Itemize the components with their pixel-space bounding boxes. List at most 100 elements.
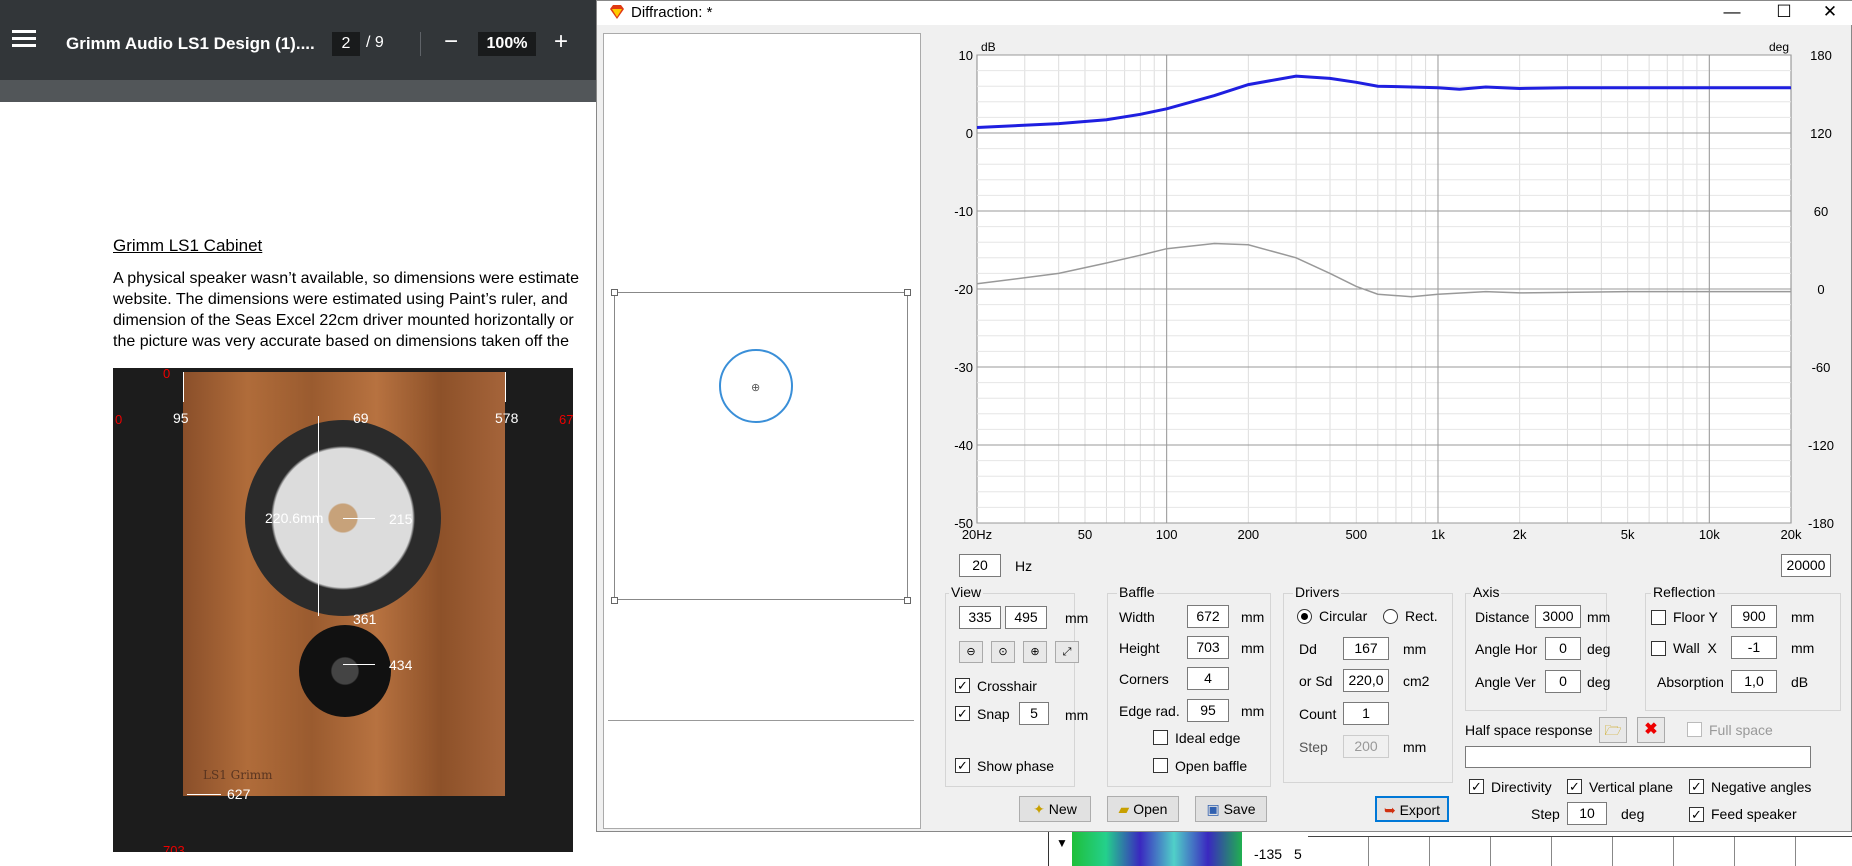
unit-label: deg bbox=[1587, 641, 1611, 657]
distance-input[interactable]: 3000 bbox=[1535, 605, 1581, 628]
snap-checkbox[interactable]: ✓ bbox=[955, 706, 970, 721]
sd-input[interactable]: 220,0 bbox=[1343, 669, 1389, 692]
x-tick-label: 200 bbox=[1237, 527, 1259, 542]
step-input[interactable]: 200 bbox=[1343, 735, 1389, 758]
dimension-label: 627 bbox=[227, 786, 251, 802]
freq-max-input[interactable]: 20000 bbox=[1781, 554, 1831, 577]
unit-label: dB bbox=[1791, 674, 1809, 690]
resize-handle[interactable] bbox=[904, 597, 911, 604]
paragraph-line: A physical speaker wasn’t available, so … bbox=[113, 270, 580, 287]
unit-label: deg bbox=[1621, 806, 1645, 822]
directivity-checkbox[interactable]: ✓ bbox=[1469, 779, 1484, 794]
zoom-reset-icon[interactable]: ⊙ bbox=[991, 641, 1015, 663]
background-label: 5 bbox=[1294, 846, 1302, 862]
ideal-edge-checkbox[interactable] bbox=[1153, 730, 1168, 745]
angle-ver-input[interactable]: 0 bbox=[1545, 670, 1581, 693]
unit-label: mm bbox=[1241, 703, 1265, 719]
height-label: Height bbox=[1119, 640, 1160, 656]
baffle-outline[interactable] bbox=[614, 292, 908, 600]
menu-icon[interactable] bbox=[12, 30, 36, 48]
open-baffle-checkbox[interactable] bbox=[1153, 758, 1168, 773]
circular-radio[interactable] bbox=[1297, 609, 1312, 624]
window-title: Diffraction: * bbox=[631, 4, 713, 21]
sd-label: or Sd bbox=[1299, 673, 1333, 689]
dimension-label-red: 672 bbox=[559, 412, 573, 427]
fit-view-icon[interactable]: ⤢ bbox=[1055, 641, 1079, 663]
ideal-edge-label: Ideal edge bbox=[1175, 730, 1241, 746]
page-number-input[interactable]: 2 bbox=[332, 32, 360, 56]
show-phase-checkbox[interactable]: ✓ bbox=[955, 758, 970, 773]
rect-radio[interactable] bbox=[1383, 609, 1398, 624]
y-tick-label: 0 bbox=[966, 126, 973, 141]
section-heading: Grimm LS1 Cabinet bbox=[113, 236, 263, 255]
export-button[interactable]: ➥ Export bbox=[1375, 796, 1449, 822]
negative-angles-label: Negative angles bbox=[1711, 779, 1812, 795]
x-tick-label: 20k bbox=[1781, 527, 1802, 542]
dimension-label-red: 703 bbox=[163, 843, 185, 852]
pdf-toolbar: Grimm Audio LS1 Design (1).... 2 / 9 − 1… bbox=[0, 0, 600, 80]
resize-handle[interactable] bbox=[611, 597, 618, 604]
zoom-out-icon[interactable]: ⊖ bbox=[959, 641, 983, 663]
dimension-label: 434 bbox=[389, 657, 413, 673]
resize-handle[interactable] bbox=[904, 289, 911, 296]
corners-input[interactable]: 4 bbox=[1187, 667, 1229, 690]
negative-angles-checkbox[interactable]: ✓ bbox=[1689, 779, 1704, 794]
unit-label: mm bbox=[1241, 640, 1265, 656]
baffle-group-label: Baffle bbox=[1117, 584, 1157, 600]
half-space-path-input[interactable] bbox=[1465, 746, 1811, 768]
y2-tick-label: 60 bbox=[1814, 204, 1828, 219]
minimize-button[interactable]: — bbox=[1709, 1, 1755, 25]
unit-label: mm bbox=[1403, 641, 1427, 657]
full-space-checkbox[interactable] bbox=[1687, 722, 1702, 737]
distance-label: Distance bbox=[1475, 609, 1530, 625]
freq-min-input[interactable]: 20 bbox=[959, 554, 1001, 577]
y2-tick-label: -120 bbox=[1808, 438, 1834, 453]
wall-checkbox[interactable] bbox=[1651, 641, 1666, 656]
x-tick-label: 500 bbox=[1345, 527, 1367, 542]
step-input[interactable]: 10 bbox=[1567, 802, 1607, 825]
zoom-out-icon[interactable]: − bbox=[444, 30, 458, 54]
maximize-button[interactable]: ☐ bbox=[1761, 1, 1807, 25]
dimension-label: 95 bbox=[173, 410, 189, 426]
floor-input[interactable]: 900 bbox=[1731, 605, 1777, 628]
dimension-label: 361 bbox=[353, 611, 377, 627]
feed-speaker-checkbox[interactable]: ✓ bbox=[1689, 807, 1704, 822]
unit-label: mm bbox=[1403, 739, 1427, 755]
folder-open-icon[interactable]: 🗁 bbox=[1599, 717, 1627, 743]
open-button[interactable]: ▰ Open bbox=[1107, 796, 1179, 822]
save-button-label: Save bbox=[1223, 801, 1256, 817]
new-button[interactable]: ✦ New bbox=[1019, 796, 1091, 822]
close-button[interactable]: ✕ bbox=[1807, 1, 1852, 25]
count-input[interactable]: 1 bbox=[1343, 702, 1389, 725]
zoom-in-icon[interactable]: + bbox=[554, 30, 568, 54]
delete-icon[interactable]: ✖ bbox=[1637, 717, 1665, 743]
x-tick-label: 10k bbox=[1699, 527, 1720, 542]
vertical-plane-checkbox[interactable]: ✓ bbox=[1567, 779, 1582, 794]
wall-input[interactable]: -1 bbox=[1731, 636, 1777, 659]
crosshair-checkbox[interactable]: ✓ bbox=[955, 678, 970, 693]
show-phase-label: Show phase bbox=[977, 758, 1055, 774]
speaker-photo: 95 69 578 220.6mm 215 361 434 627 0 0 67… bbox=[113, 368, 573, 852]
unit-label: mm bbox=[1065, 707, 1089, 723]
dd-input[interactable]: 167 bbox=[1343, 637, 1389, 660]
floor-checkbox[interactable] bbox=[1651, 610, 1666, 625]
background-icon: ▼ bbox=[1056, 836, 1068, 850]
dimension-line bbox=[505, 372, 506, 402]
x-tick-label: 1k bbox=[1431, 527, 1445, 542]
absorption-input[interactable]: 1,0 bbox=[1731, 670, 1777, 693]
edge-radius-input[interactable]: 95 bbox=[1187, 699, 1229, 722]
height-input[interactable]: 703 bbox=[1187, 636, 1229, 659]
save-button[interactable]: ▣ Save bbox=[1195, 796, 1267, 822]
baffle-view-panel[interactable]: ⊕ bbox=[603, 33, 921, 829]
pdf-gutter bbox=[0, 80, 600, 102]
width-input[interactable]: 672 bbox=[1187, 605, 1229, 628]
view-x-input[interactable]: 335 bbox=[959, 606, 1001, 629]
snap-input[interactable]: 5 bbox=[1019, 702, 1049, 725]
view-y-input[interactable]: 495 bbox=[1005, 606, 1047, 629]
new-button-label: New bbox=[1048, 801, 1077, 817]
zoom-level[interactable]: 100% bbox=[478, 32, 536, 56]
background-grid bbox=[1308, 836, 1852, 866]
resize-handle[interactable] bbox=[611, 289, 618, 296]
zoom-in-icon[interactable]: ⊕ bbox=[1023, 641, 1047, 663]
angle-hor-input[interactable]: 0 bbox=[1545, 637, 1581, 660]
